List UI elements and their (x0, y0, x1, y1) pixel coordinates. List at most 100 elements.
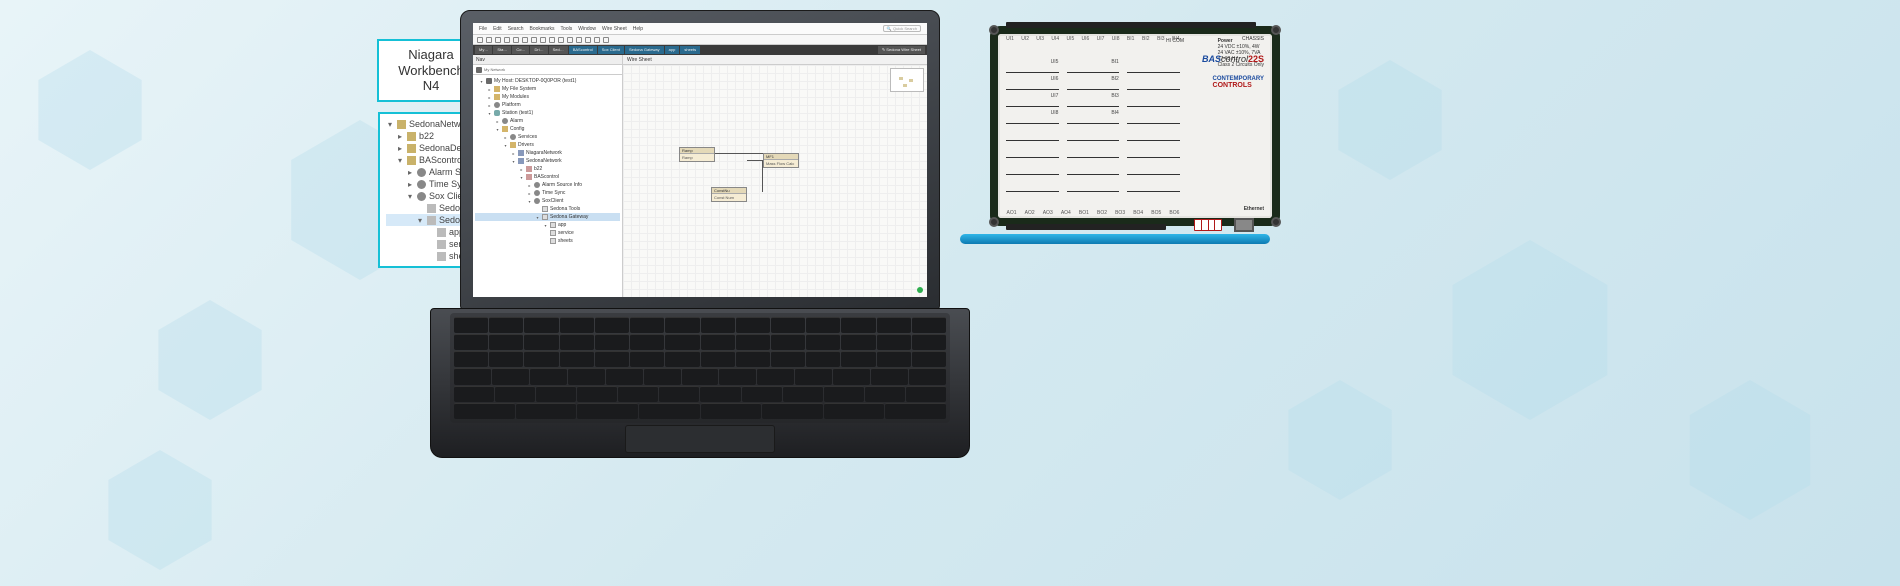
grid-icon[interactable] (594, 37, 600, 43)
page-icon (550, 230, 556, 236)
minimap[interactable] (890, 68, 924, 92)
folder-icon (510, 142, 516, 148)
page-icon (550, 222, 556, 228)
bottom-terminal-labels: AO1AO2AO3AO4BO1BO2BO3BO4BO5BO6 (1004, 210, 1182, 216)
menu-edit[interactable]: Edit (493, 26, 502, 32)
breadcrumb-seg[interactable]: Co… (512, 46, 529, 54)
tree-item[interactable]: ▸My File System (475, 85, 620, 93)
menu-bookmarks[interactable]: Bookmarks (530, 26, 555, 32)
db-icon (494, 110, 500, 116)
breadcrumb-seg[interactable]: app (665, 46, 680, 54)
tree-item[interactable]: ▾Station (test1) (475, 109, 620, 117)
network-icon (476, 67, 482, 73)
breadcrumb-seg[interactable]: Dri… (530, 46, 547, 54)
lock-icon (526, 174, 532, 180)
breadcrumb-view-mode[interactable]: ✎ Sedona Wire Sheet (878, 46, 925, 54)
mounting-hole (1271, 217, 1281, 227)
up-icon[interactable] (495, 37, 501, 43)
page-icon (550, 238, 556, 244)
node-massflow[interactable]: MF1 Mass Flow Calc (763, 153, 799, 168)
menu-help[interactable]: Help (633, 26, 643, 32)
help-icon[interactable] (603, 37, 609, 43)
folder-icon[interactable] (513, 37, 519, 43)
computer-icon (486, 78, 492, 84)
refresh-icon[interactable] (531, 37, 537, 43)
bg-hexagon (1440, 240, 1620, 420)
cut-icon[interactable] (540, 37, 546, 43)
terminal-block-top (1006, 22, 1256, 28)
paste-icon[interactable] (558, 37, 564, 43)
folder-icon (502, 126, 508, 132)
breadcrumb-seg[interactable]: BAScontrol (569, 46, 597, 54)
node-body: Mass Flow Calc (764, 160, 798, 167)
bg-hexagon (1330, 60, 1450, 180)
breadcrumb: My…Sta…Co…Dri…Sed…BAScontrolSox ClientSe… (473, 45, 927, 55)
status-indicator-icon (917, 287, 923, 293)
wire (715, 153, 763, 154)
lock-icon (526, 166, 532, 172)
io-write-lines: UI1UI5BI1UI2UI6BI2UI3UI7BI3UI4UI8BI4 (1006, 60, 1180, 192)
gear-icon (510, 134, 516, 140)
top-terminal-labels: UI1UI2UI3UI4UI5UI6UI7UI8BI1BI2BI3BI4 (1004, 36, 1182, 42)
folder-icon (494, 94, 500, 100)
terminal-block-bottom (1006, 224, 1166, 230)
net-icon (518, 158, 524, 164)
breadcrumb-seg[interactable]: Sedona Gateway (625, 46, 664, 54)
nav-tree[interactable]: ▾My Host: DESKTOP-0Q0POR (test1)▸My File… (473, 75, 622, 297)
tree-item[interactable]: ▸Alarm Source Info (475, 181, 620, 189)
tree-item[interactable]: sheets (475, 237, 620, 245)
menubar: File Edit Search Bookmarks Tools Window Wire S… (473, 23, 927, 35)
mounting-hole (989, 25, 999, 35)
laptop: File Edit Search Bookmarks Tools Window Wire S… (430, 10, 970, 470)
tree-item[interactable]: ▸Alarm (475, 117, 620, 125)
tree-item[interactable]: ▸b22 (475, 165, 620, 173)
zoom-icon[interactable] (585, 37, 591, 43)
breadcrumb-seg[interactable]: Sed… (549, 46, 568, 54)
breadcrumb-seg[interactable]: sheets (680, 46, 700, 54)
tree-item[interactable]: ▾SedonaNetwork (475, 157, 620, 165)
tree-item[interactable]: ▾Config (475, 125, 620, 133)
wire-sheet-canvas[interactable]: Ramp Ramp MF1 Mass Flow Calc ConstNu Con… (623, 65, 927, 297)
tree-item[interactable]: ▾Drivers (475, 141, 620, 149)
tree-item[interactable]: ▸My Modules (475, 93, 620, 101)
menu-wire sheet[interactable]: Wire Sheet (602, 26, 627, 32)
tree-item[interactable]: ▾app (475, 221, 620, 229)
tree-item[interactable]: ▾BAScontrol (475, 173, 620, 181)
tree-item[interactable]: service (475, 229, 620, 237)
bg-hexagon (1280, 380, 1400, 500)
main-panel: Wire Sheet Ramp Ramp MF1 (623, 55, 927, 297)
tree-item[interactable]: ▸Time Sync (475, 189, 620, 197)
menu-window[interactable]: Window (578, 26, 596, 32)
tree-item[interactable]: ▾My Host: DESKTOP-0Q0POR (test1) (475, 77, 620, 85)
home-icon[interactable] (504, 37, 510, 43)
redo-icon[interactable] (576, 37, 582, 43)
tree-item[interactable]: ▾Sedona Gateway (475, 213, 620, 221)
ethernet-port (1234, 218, 1254, 232)
breadcrumb-seg[interactable]: Sta… (493, 46, 511, 54)
bg-hexagon (100, 450, 220, 570)
tree-item[interactable]: ▾SoxClient (475, 197, 620, 205)
trackpad (625, 425, 775, 453)
gear-icon (534, 198, 540, 204)
tree-item[interactable]: ▸NiagaraNetwork (475, 149, 620, 157)
breadcrumb-seg[interactable]: Sox Client (598, 46, 624, 54)
search-input[interactable]: 🔍 Quick Search (883, 25, 921, 32)
nav-filter[interactable]: My Network (473, 65, 622, 75)
node-const[interactable]: ConstNu Const Num (711, 187, 747, 202)
copy-icon[interactable] (549, 37, 555, 43)
menu-search[interactable]: Search (508, 26, 524, 32)
page-icon (542, 206, 548, 212)
ethernet-label: Ethernet (1244, 206, 1264, 212)
tree-item[interactable]: Sedona Tools (475, 205, 620, 213)
menu-tools[interactable]: Tools (561, 26, 573, 32)
undo-icon[interactable] (567, 37, 573, 43)
tree-item[interactable]: ▸Services (475, 133, 620, 141)
back-icon[interactable] (477, 37, 483, 43)
save-icon[interactable] (522, 37, 528, 43)
node-body: Const Num (712, 194, 746, 201)
breadcrumb-seg[interactable]: My… (475, 46, 492, 54)
tree-item[interactable]: ▸Platform (475, 101, 620, 109)
node-ramp[interactable]: Ramp Ramp (679, 147, 715, 162)
fwd-icon[interactable] (486, 37, 492, 43)
menu-file[interactable]: File (479, 26, 487, 32)
